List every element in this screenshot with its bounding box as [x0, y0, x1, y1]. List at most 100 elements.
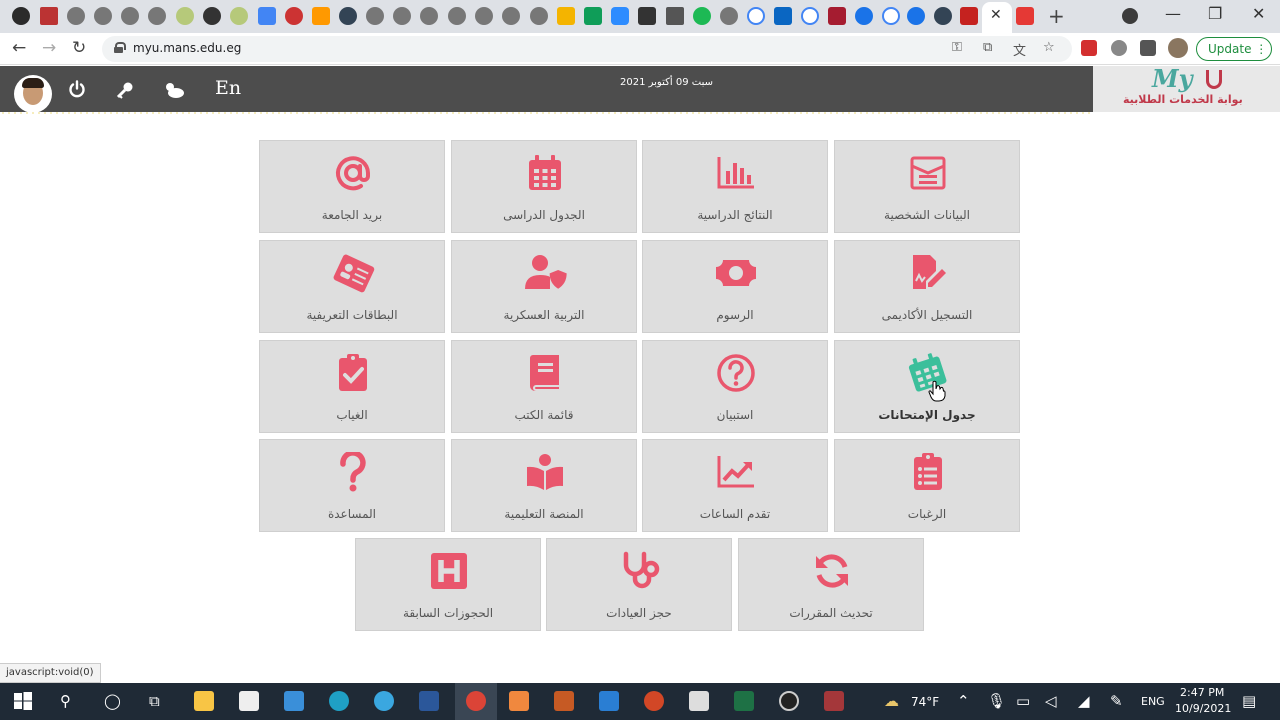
- forward-icon[interactable]: →: [42, 38, 56, 58]
- tab-favicon[interactable]: [693, 7, 711, 25]
- tab-favicon[interactable]: [934, 7, 952, 25]
- tab-favicon[interactable]: [907, 7, 925, 25]
- language-toggle[interactable]: En: [215, 77, 241, 99]
- matlab-icon[interactable]: [554, 691, 574, 711]
- network-icon[interactable]: ◢: [1078, 692, 1090, 710]
- tab-favicon[interactable]: [557, 7, 575, 25]
- tile-survey[interactable]: استبيان: [642, 340, 828, 433]
- battery-icon[interactable]: ▭: [1016, 692, 1030, 710]
- excel-icon[interactable]: [734, 691, 754, 711]
- tile-hours-progress[interactable]: تقدم الساعات: [642, 439, 828, 532]
- url-text[interactable]: myu.mans.edu.eg: [133, 41, 241, 55]
- weather-icon[interactable]: [163, 81, 185, 99]
- show-hidden-icons[interactable]: ⌃: [957, 692, 970, 710]
- tab-favicon[interactable]: [960, 7, 978, 25]
- tile-university-email[interactable]: بريد الجامعة: [259, 140, 445, 233]
- weather-temp[interactable]: 74°F: [911, 695, 939, 709]
- tile-identity-cards[interactable]: البطاقات التعريفية: [259, 240, 445, 333]
- search-icon[interactable]: ⚲: [60, 692, 71, 710]
- pen-icon[interactable]: ✎: [1110, 692, 1123, 710]
- tab-favicon[interactable]: [666, 7, 684, 25]
- windows-start-icon[interactable]: [13, 691, 33, 711]
- new-tab-icon[interactable]: +: [1048, 4, 1065, 28]
- tile-learning-platform[interactable]: المنصة التعليمية: [451, 439, 637, 532]
- tab-favicon[interactable]: [720, 7, 738, 25]
- back-icon[interactable]: ←: [12, 38, 26, 58]
- tab-favicon[interactable]: [94, 7, 112, 25]
- tab-favicon[interactable]: [502, 7, 520, 25]
- tile-study-schedule[interactable]: الجدول الدراسى: [451, 140, 637, 233]
- user-avatar[interactable]: [14, 75, 52, 113]
- tab-favicon[interactable]: [393, 7, 411, 25]
- profile-avatar[interactable]: [1168, 38, 1188, 58]
- word-icon[interactable]: [419, 691, 439, 711]
- tab-favicon[interactable]: [203, 7, 221, 25]
- tab-favicon[interactable]: [584, 7, 602, 25]
- tab-favicon[interactable]: [774, 7, 792, 25]
- powerpoint-icon[interactable]: [644, 691, 664, 711]
- tile-academic-registration[interactable]: التسجيل الأكاديمى: [834, 240, 1020, 333]
- tab-favicon[interactable]: [611, 7, 629, 25]
- tab-favicon[interactable]: [448, 7, 466, 25]
- tile-study-results[interactable]: النتائج الدراسية: [642, 140, 828, 233]
- active-tab[interactable]: ✕: [982, 2, 1012, 33]
- close-tab-icon[interactable]: ✕: [990, 7, 1002, 23]
- key-icon[interactable]: ⚿: [952, 40, 962, 55]
- chrome-icon[interactable]: [466, 691, 486, 711]
- volume-icon[interactable]: ◁: [1045, 692, 1057, 710]
- tile-personal-data[interactable]: البيانات الشخصية: [834, 140, 1020, 233]
- clock-time[interactable]: 2:47 PM: [1180, 686, 1224, 699]
- tab-favicon[interactable]: [40, 7, 58, 25]
- portal-logo[interactable]: My بوابة الخدمات الطلابية: [1093, 64, 1280, 112]
- close-window-icon[interactable]: ✕: [1252, 4, 1265, 23]
- tab-favicon[interactable]: [855, 7, 873, 25]
- tab-favicon[interactable]: [258, 7, 276, 25]
- lock-icon[interactable]: [114, 42, 126, 53]
- tab-favicon[interactable]: [882, 7, 900, 25]
- input-language[interactable]: ENG: [1141, 695, 1165, 708]
- tab-favicon[interactable]: [339, 7, 357, 25]
- key-icon[interactable]: [116, 81, 134, 99]
- internet-explorer-icon[interactable]: [374, 691, 394, 711]
- cortana-icon[interactable]: ◯: [104, 692, 121, 710]
- tile-absence[interactable]: الغياب: [259, 340, 445, 433]
- tab-favicon[interactable]: [176, 7, 194, 25]
- tile-update-courses[interactable]: تحديث المقررات: [738, 538, 924, 631]
- pdf-extension-icon[interactable]: [1081, 40, 1097, 56]
- tile-previous-bookings[interactable]: الحجوزات السابقة: [355, 538, 541, 631]
- cloud-extension-icon[interactable]: [1111, 40, 1127, 56]
- tab-favicon[interactable]: [475, 7, 493, 25]
- library-icon[interactable]: [689, 691, 709, 711]
- tile-book-list[interactable]: قائمة الكتب: [451, 340, 637, 433]
- tab-favicon[interactable]: [828, 7, 846, 25]
- tab-favicon[interactable]: [366, 7, 384, 25]
- tab-favicon[interactable]: [530, 7, 548, 25]
- tab-favicon[interactable]: [230, 7, 248, 25]
- update-button[interactable]: Update ⋮: [1196, 37, 1272, 61]
- tab-favicon[interactable]: [1016, 7, 1034, 25]
- tab-favicon[interactable]: [285, 7, 303, 25]
- restore-icon[interactable]: ❐: [1208, 4, 1222, 23]
- open-external-icon[interactable]: ⧉: [983, 40, 992, 55]
- access-icon[interactable]: [824, 691, 844, 711]
- bookmark-star-icon[interactable]: ☆: [1043, 40, 1055, 55]
- tab-favicon[interactable]: [312, 7, 330, 25]
- tab-favicon[interactable]: [420, 7, 438, 25]
- store-icon[interactable]: [239, 691, 259, 711]
- microphone-icon[interactable]: 🎙: [987, 692, 1006, 710]
- reload-icon[interactable]: ↻: [72, 38, 86, 58]
- clock-date[interactable]: 10/9/2021: [1175, 702, 1231, 715]
- notifications-icon[interactable]: ▤: [1242, 692, 1256, 710]
- edge-icon[interactable]: [329, 691, 349, 711]
- address-bar[interactable]: myu.mans.edu.eg ⚿ ⧉ 文 ☆: [102, 36, 1072, 62]
- puzzle-extensions-icon[interactable]: [1140, 40, 1156, 56]
- tab-favicon[interactable]: [12, 7, 30, 25]
- tile-military-education[interactable]: التربية العسكرية: [451, 240, 637, 333]
- obs-icon[interactable]: [779, 691, 799, 711]
- weather-cloud-icon[interactable]: ☁: [884, 692, 899, 710]
- tab-favicon[interactable]: [148, 7, 166, 25]
- tab-favicon[interactable]: [747, 7, 765, 25]
- tab-favicon[interactable]: [801, 7, 819, 25]
- mail-icon[interactable]: [284, 691, 304, 711]
- tab-favicon[interactable]: [67, 7, 85, 25]
